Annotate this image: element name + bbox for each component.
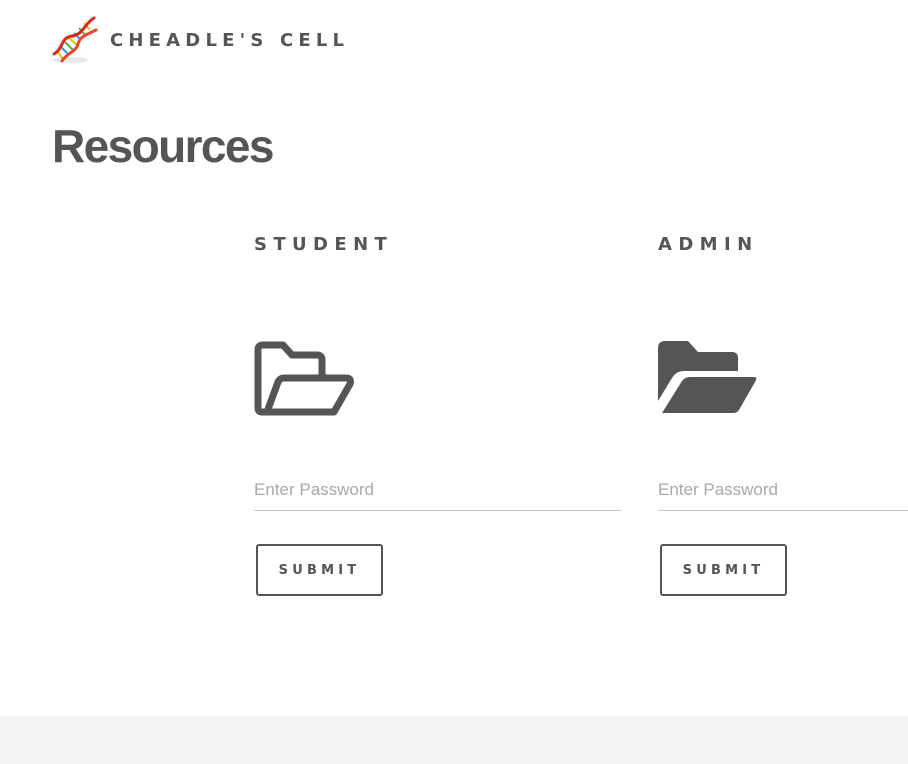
admin-submit-button[interactable]: SUBMIT bbox=[660, 544, 787, 596]
admin-resource-panel: ADMIN SUBMIT bbox=[658, 232, 908, 596]
student-heading: STUDENT bbox=[254, 234, 394, 255]
folder-open-outline-icon bbox=[254, 341, 354, 416]
resources-page: CHEADLE'S CELL Resources STUDENT SUBMIT … bbox=[0, 0, 908, 764]
student-resource-panel: STUDENT SUBMIT bbox=[254, 232, 621, 596]
student-password-input[interactable] bbox=[254, 477, 621, 511]
dna-helix-icon bbox=[52, 16, 98, 63]
student-submit-button[interactable]: SUBMIT bbox=[256, 544, 383, 596]
admin-heading: ADMIN bbox=[658, 234, 759, 255]
folder-open-solid-icon bbox=[658, 341, 757, 413]
page-title: Resources bbox=[52, 120, 274, 172]
admin-password-input[interactable] bbox=[658, 477, 908, 511]
footer-band bbox=[0, 716, 908, 764]
brand-name: CHEADLE'S CELL bbox=[110, 29, 350, 51]
site-brand-link[interactable]: CHEADLE'S CELL bbox=[50, 14, 349, 66]
